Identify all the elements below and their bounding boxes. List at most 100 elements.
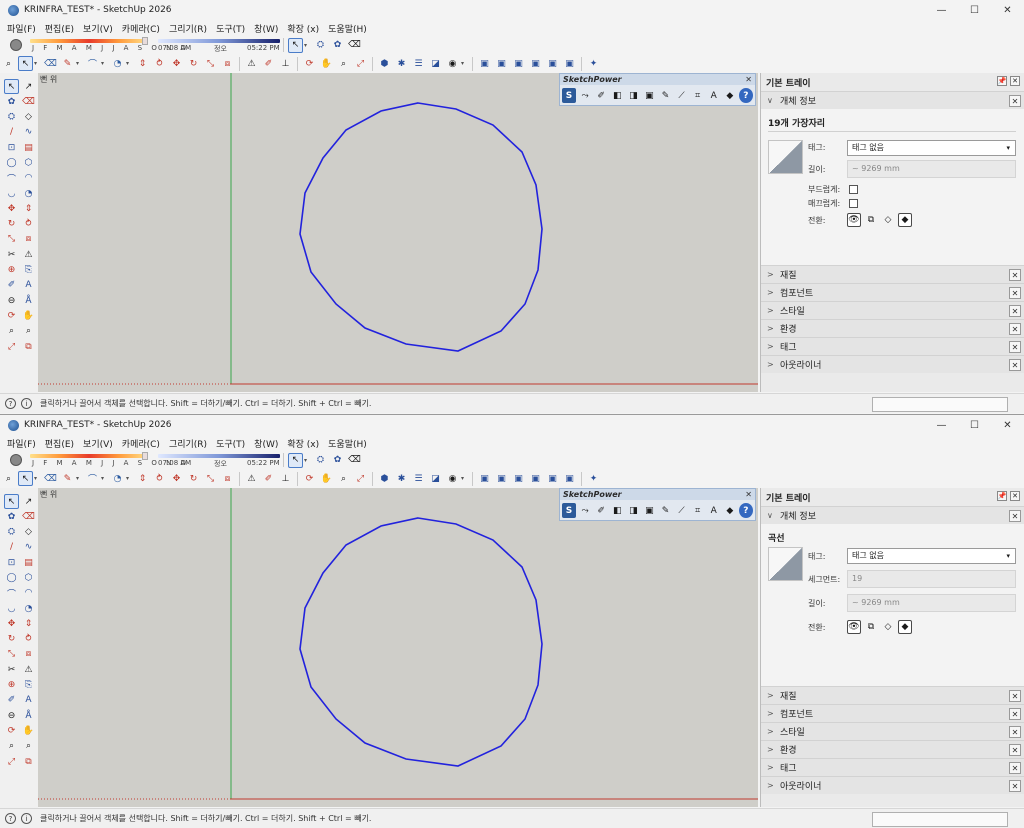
view-left-icon[interactable]: ▣ [562,56,577,71]
scale-icon[interactable]: ⤡ [203,56,218,71]
view-left-icon[interactable]: ▣ [562,471,577,486]
text-icon[interactable]: ⎘ [21,263,36,278]
close-icon[interactable]: ✕ [1009,510,1021,522]
menu-window[interactable]: 창(W) [254,437,278,450]
sp-fill-icon[interactable]: ◧ [610,88,624,103]
view-back-icon[interactable]: ▣ [545,471,560,486]
close-icon[interactable]: ✕ [1009,708,1021,720]
styles-icon[interactable]: ◪ [428,56,443,71]
extension-icon[interactable]: ✱ [394,56,409,71]
rotate-icon[interactable]: ↻ [4,632,19,647]
menu-help[interactable]: 도움말(H) [328,437,367,450]
move-icon[interactable]: ✥ [4,201,19,216]
components-header[interactable]: > 컴포넌트 ✕ [761,283,1024,301]
close-icon[interactable]: ✕ [1009,690,1021,702]
freehand-icon[interactable]: ∿ [21,540,36,555]
tray-close-icon[interactable]: ✕ [1010,491,1020,501]
extension-icon[interactable]: ✱ [394,471,409,486]
search-icon[interactable]: ⌕ [1,471,16,486]
arc2-icon[interactable]: ◠ [21,171,36,186]
shadow-toggle-icon[interactable] [10,39,22,51]
orbit-icon[interactable]: ⟳ [302,56,317,71]
tape-measure-icon[interactable]: ⚠ [244,471,259,486]
selected-curve[interactable] [299,517,543,767]
sp-mark-icon[interactable]: ▣ [642,88,656,103]
follow-me-icon[interactable]: ⥁ [152,471,167,486]
view-iso-icon[interactable]: ▣ [477,56,492,71]
shape-icon[interactable]: ◔ [110,56,125,71]
menu-draw[interactable]: 그리기(R) [169,22,207,35]
walk-icon[interactable]: Å [21,708,36,723]
tape-measure-icon[interactable]: ⚠ [244,56,259,71]
sketchpower-close[interactable]: ✕ [745,489,752,500]
zoom-window-icon[interactable]: ⌕ [21,739,36,754]
tag-dropdown[interactable]: 태그 없음 ▾ [847,548,1016,564]
shadow-receive-icon[interactable]: ◇ [881,620,895,634]
menu-tools[interactable]: 도구(T) [216,22,245,35]
select-icon[interactable]: ↖ [4,494,19,509]
protractor-icon[interactable]: ⚠ [21,247,36,262]
time-slider[interactable]: 07:08 AM 정오 05:22 PM [158,452,280,469]
styles-icon[interactable]: ◪ [428,471,443,486]
tray-pin-icon[interactable]: 📌 [997,76,1007,86]
move-icon[interactable]: ✥ [4,616,19,631]
offset-icon[interactable]: ⧈ [220,471,235,486]
scale-icon[interactable]: ⤡ [4,232,19,247]
modeling-viewport[interactable]: 뻔 위 [38,73,758,392]
sp-cube-icon[interactable]: ◆ [723,88,737,103]
menu-help[interactable]: 도움말(H) [328,22,367,35]
close-icon[interactable]: ✕ [1009,305,1021,317]
measurements-box[interactable] [872,812,1008,827]
zoom-extents-icon[interactable]: ⤢ [4,339,19,354]
shadow-toggle-icon[interactable] [10,454,22,466]
polygon-icon[interactable]: ⬡ [21,570,36,585]
paint-bucket-icon[interactable]: ✿ [4,509,19,524]
shadow-icon[interactable]: ◆ [898,213,912,227]
sp-clip-icon[interactable]: ◨ [626,503,640,518]
sp-path-icon[interactable]: ⤳ [578,88,592,103]
component-icon[interactable]: ⛭ [313,38,328,53]
arc2-icon[interactable]: ◠ [21,586,36,601]
sp-pen-icon[interactable]: ✎ [658,503,672,518]
close-icon[interactable]: ✕ [1009,269,1021,281]
eye-icon[interactable]: 👁 [847,620,861,634]
tray-close-icon[interactable]: ✕ [1010,76,1020,86]
sparkle-icon[interactable]: ✦ [586,471,601,486]
move-icon[interactable]: ✥ [169,56,184,71]
eraser-icon[interactable]: ⌫ [347,38,362,53]
zoom-extents-icon[interactable]: ⤢ [353,471,368,486]
tags-header[interactable]: > 태그 ✕ [761,337,1024,355]
view-top-icon[interactable]: ▣ [494,471,509,486]
push-pull-icon[interactable]: ⇕ [21,616,36,631]
zoom-extents-icon[interactable]: ⤢ [4,754,19,769]
menu-edit[interactable]: 편집(E) [45,22,74,35]
account-icon[interactable]: ◉ [445,56,460,71]
section-plane-icon[interactable]: ⊖ [4,708,19,723]
pan-icon[interactable]: ✋ [319,471,334,486]
measurements-box[interactable] [872,397,1008,412]
sp-text-icon[interactable]: A [707,503,721,518]
menu-view[interactable]: 보기(V) [83,22,113,35]
circle-icon[interactable]: ◯ [4,155,19,170]
eye-icon[interactable]: 👁 [847,213,861,227]
sp-help-icon[interactable]: ? [738,503,753,518]
line-icon[interactable]: / [4,125,19,140]
tag-dropdown[interactable]: 태그 없음 ▾ [847,140,1016,156]
maximize-button[interactable]: ☐ [958,415,991,435]
view-front-icon[interactable]: ▣ [511,56,526,71]
scale-icon[interactable]: ⤡ [4,647,19,662]
sp-path-icon[interactable]: ⤳ [578,503,592,518]
rotated-rect-icon[interactable]: ▤ [21,555,36,570]
layers-icon[interactable]: ☰ [411,56,426,71]
component-icon[interactable]: ⛭ [4,525,19,540]
line-icon[interactable]: / [4,540,19,555]
close-icon[interactable]: ✕ [1009,780,1021,792]
outliner-header[interactable]: > 아웃라이너 ✕ [761,355,1024,373]
menu-camera[interactable]: 카메라(C) [122,22,160,35]
materials-header[interactable]: > 재질 ✕ [761,265,1024,283]
3d-text-icon[interactable]: A [21,278,36,293]
follow-me-icon[interactable]: ⥁ [152,56,167,71]
close-icon[interactable]: ✕ [1009,762,1021,774]
tape-icon[interactable]: ✂ [4,662,19,677]
move-icon[interactable]: ✥ [169,471,184,486]
